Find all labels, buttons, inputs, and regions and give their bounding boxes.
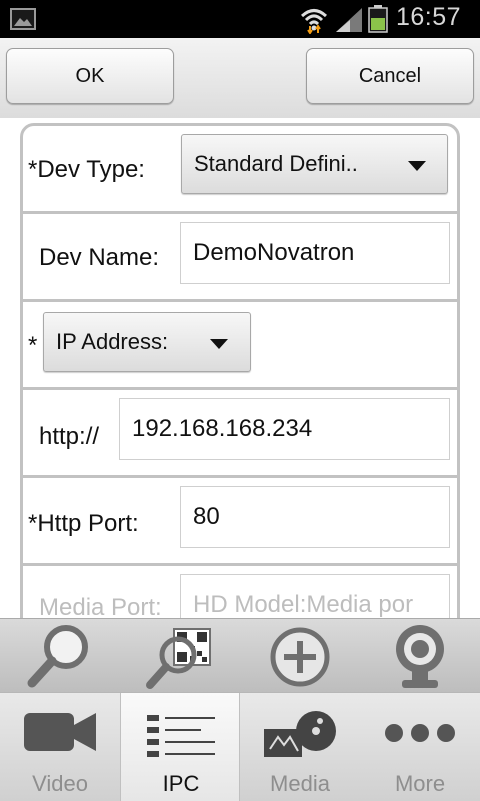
http-prefix-label: http:// [39,423,100,450]
tab-ipc-label: IPC [162,771,200,796]
tab-ipc[interactable]: IPC [120,693,240,801]
status-bar: 16:57 [0,0,480,38]
battery-icon [368,5,388,33]
webcam-button[interactable] [360,619,480,693]
list-icon [147,715,215,757]
address-required-mark: * [28,332,38,359]
clock: 16:57 [396,3,462,31]
video-camera-icon [24,713,96,751]
tab-video[interactable]: Video [0,693,120,801]
tab-more[interactable]: More [360,693,480,801]
form-scroll-area[interactable]: *Dev Type: Standard Defini.. Dev Name: D… [0,118,480,618]
webcam-icon [396,625,444,688]
add-icon [270,627,330,687]
dev-name-label: Dev Name: [39,244,160,271]
media-port-row: Media Port: HD Model:Media por [23,566,457,618]
tab-media-label: Media [270,771,330,796]
search-button[interactable] [0,619,120,693]
cancel-button[interactable]: Cancel [306,48,474,104]
chevron-down-icon [408,161,426,171]
http-row: http:// 192.168.168.234 [23,390,457,478]
signal-icon [336,8,362,32]
add-device-button[interactable] [240,619,360,693]
chevron-down-icon [210,339,228,349]
gallery-icon [10,8,36,30]
bottom-tab-bar: Video IPC Media More [0,692,480,801]
tab-media[interactable]: Media [240,693,360,801]
dev-name-input[interactable]: DemoNovatron [180,222,450,284]
action-bar: OK Cancel [0,38,480,119]
ok-button[interactable]: OK [6,48,174,104]
address-type-value: IP Address: [56,329,169,354]
search-icon [27,625,88,688]
media-icon [264,711,336,757]
http-port-input[interactable]: 80 [180,486,450,548]
qr-scan-button[interactable] [120,619,240,693]
tab-video-label: Video [32,771,88,796]
dev-type-value: Standard Defini.. [194,151,358,176]
dev-type-row: *Dev Type: Standard Defini.. [23,126,457,214]
address-row: * IP Address: [23,302,457,390]
dev-type-dropdown[interactable]: Standard Defini.. [181,134,448,194]
wifi-icon [300,9,328,34]
tab-more-label: More [394,771,446,796]
qr-scan-icon [146,628,211,689]
ip-address-input[interactable]: 192.168.168.234 [119,398,450,460]
http-port-label: *Http Port: [28,510,139,537]
media-port-label: Media Port: [39,594,162,618]
media-port-input[interactable]: HD Model:Media por [180,574,450,618]
dev-name-row: Dev Name: DemoNovatron [23,214,457,302]
device-form: *Dev Type: Standard Defini.. Dev Name: D… [20,123,460,618]
action-toolbar [0,618,480,693]
address-type-dropdown[interactable]: IP Address: [43,312,251,372]
dev-type-label: *Dev Type: [28,156,145,183]
http-port-row: *Http Port: 80 [23,478,457,566]
more-icon [385,724,455,742]
